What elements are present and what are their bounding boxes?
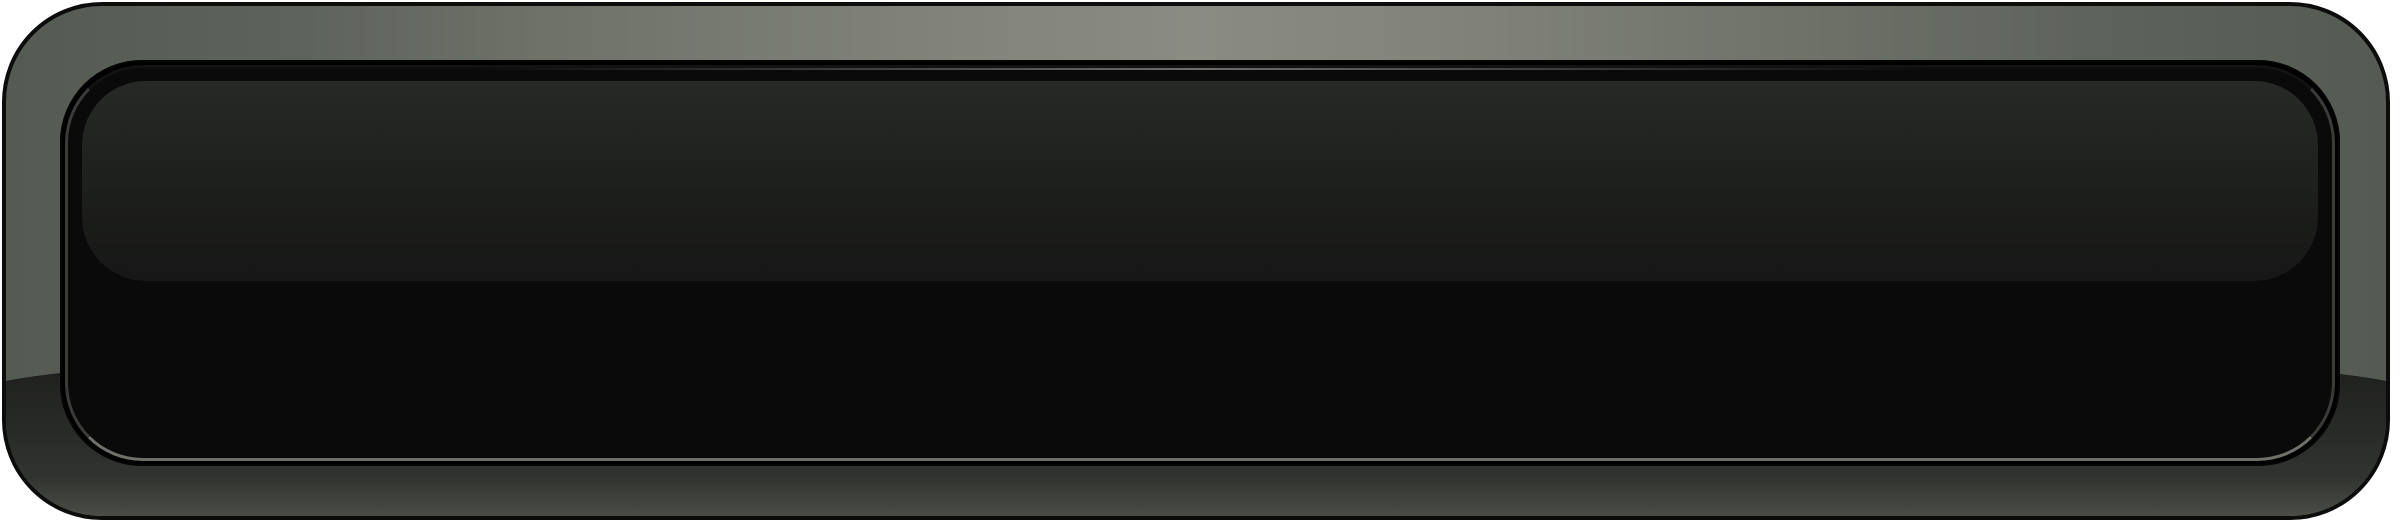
button-recess (60, 60, 2340, 466)
face-gloss-highlight (82, 81, 2318, 281)
shell-bottom-rim (6, 474, 2386, 516)
button-face (65, 65, 2335, 461)
recess-top-highlight (468, 68, 1932, 70)
glossy-button[interactable] (0, 0, 2400, 526)
